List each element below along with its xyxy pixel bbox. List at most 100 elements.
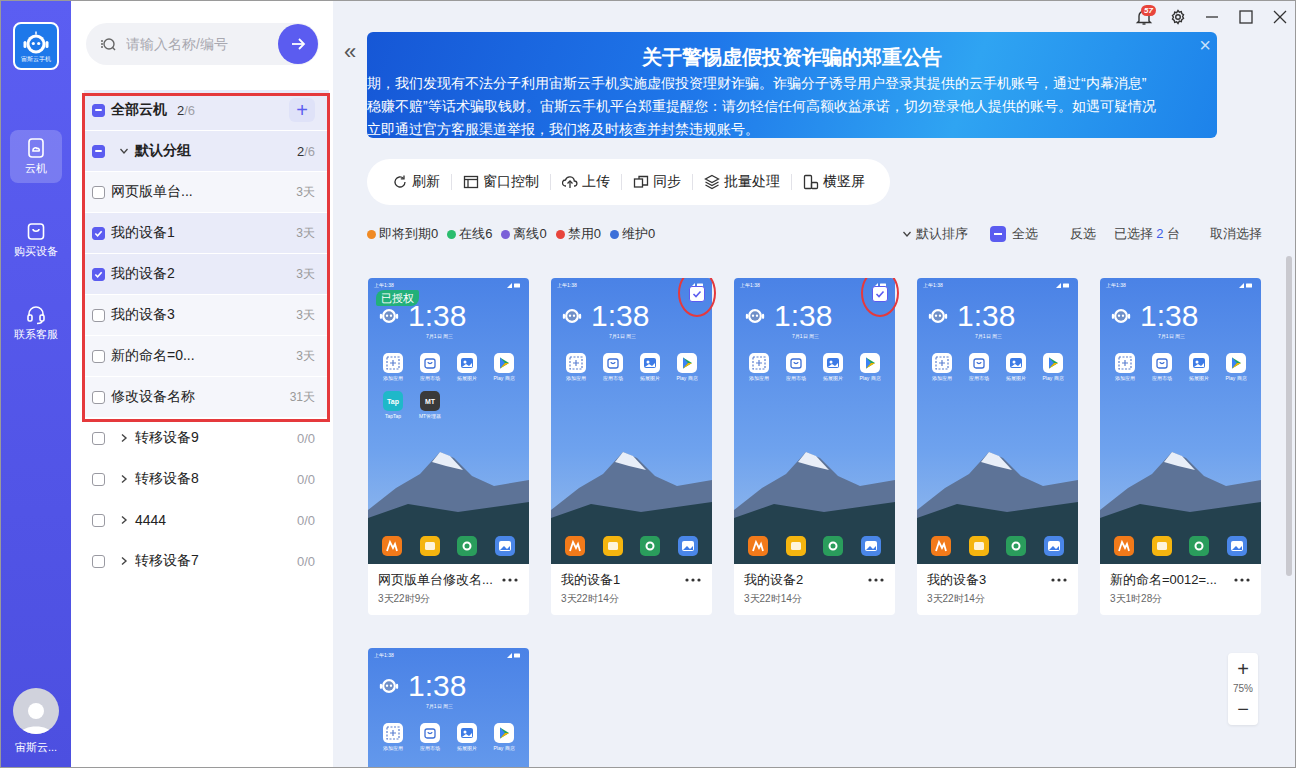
- dock-app-icon[interactable]: [678, 536, 698, 556]
- app[interactable]: 拓展图片: [635, 353, 665, 381]
- app[interactable]: Play 商店: [489, 723, 519, 751]
- app[interactable]: Play 商店: [1038, 353, 1068, 381]
- app[interactable]: Play 商店: [672, 353, 702, 381]
- status-filter[interactable]: 在线6: [447, 225, 492, 243]
- checkbox[interactable]: [92, 186, 105, 199]
- app[interactable]: 添加应用: [378, 353, 408, 381]
- search-input[interactable]: [124, 35, 270, 53]
- dock-app-icon[interactable]: [861, 536, 881, 556]
- app[interactable]: 拓展图片: [452, 353, 482, 381]
- avatar[interactable]: [13, 688, 59, 734]
- maximize-button[interactable]: [1237, 8, 1255, 26]
- dock-app-icon[interactable]: [931, 536, 951, 556]
- device-card[interactable]: 上午1:381:387月1日 周三添加应用应用市场拓展图片Play 商店TapT…: [368, 278, 529, 615]
- dock-app-icon[interactable]: [1044, 536, 1064, 556]
- status-filter[interactable]: 维护0: [610, 225, 655, 243]
- app[interactable]: 应用市场: [1147, 353, 1177, 381]
- more-icon[interactable]: [501, 577, 519, 583]
- app-logo[interactable]: 宙斯云手机: [13, 22, 59, 70]
- checkbox[interactable]: [92, 227, 105, 240]
- device-card[interactable]: 上午1:381:387月1日 周三添加应用应用市场拓展图片Play 商店我的设备…: [734, 278, 895, 615]
- device-card[interactable]: 上午1:381:387月1日 周三添加应用应用市场拓展图片Play 商店我的设备…: [917, 278, 1078, 615]
- collapse-button[interactable]: «: [344, 41, 356, 767]
- more-icon[interactable]: [867, 577, 885, 583]
- app[interactable]: 应用市场: [415, 723, 445, 751]
- zoom-in-button[interactable]: +: [1237, 657, 1249, 681]
- banner-close[interactable]: ×: [1199, 34, 1211, 56]
- dock-app-icon[interactable]: [1114, 536, 1134, 556]
- nav-item[interactable]: 联系客服: [10, 296, 62, 349]
- toolbar-button[interactable]: 横竖屏: [792, 173, 876, 191]
- card-checkbox[interactable]: [872, 286, 888, 302]
- dock-app-icon[interactable]: [969, 536, 989, 556]
- group-row[interactable]: 转移设备80/0: [84, 459, 329, 500]
- invert-button[interactable]: 反选: [1070, 225, 1096, 243]
- app[interactable]: 拓展图片: [452, 723, 482, 751]
- search-button[interactable]: [278, 24, 318, 64]
- app[interactable]: 添加应用: [378, 723, 408, 751]
- toolbar-button[interactable]: 刷新: [381, 173, 451, 191]
- app[interactable]: 拓展图片: [1001, 353, 1031, 381]
- close-button[interactable]: [1271, 8, 1289, 26]
- checkbox[interactable]: [92, 555, 105, 568]
- dock-app-icon[interactable]: [748, 536, 768, 556]
- app[interactable]: 添加应用: [561, 353, 591, 381]
- status-filter[interactable]: 即将到期0: [367, 225, 438, 243]
- dock-app-icon[interactable]: [382, 536, 402, 556]
- device-card[interactable]: 上午1:381:387月1日 周三添加应用应用市场拓展图片Play 商店我的设备…: [551, 278, 712, 615]
- card-checkbox[interactable]: [689, 286, 705, 302]
- group-row[interactable]: 全部云机2/6+: [84, 90, 329, 131]
- phone-screen[interactable]: 上午1:381:387月1日 周三添加应用应用市场拓展图片Play 商店: [1100, 278, 1261, 564]
- checkbox[interactable]: [92, 104, 105, 117]
- group-row[interactable]: 转移设备90/0: [84, 418, 329, 459]
- checkbox[interactable]: [92, 432, 105, 445]
- app[interactable]: TapTapTap: [378, 391, 408, 419]
- select-all-checkbox[interactable]: [990, 226, 1006, 242]
- dock-app-icon[interactable]: [457, 536, 477, 556]
- chevron-icon[interactable]: [119, 474, 129, 484]
- app[interactable]: 拓展图片: [818, 353, 848, 381]
- dock-app-icon[interactable]: [786, 536, 806, 556]
- checkbox[interactable]: [92, 350, 105, 363]
- dock-app-icon[interactable]: [603, 536, 623, 556]
- app[interactable]: MTMT管理器: [415, 391, 445, 419]
- checkbox[interactable]: [92, 309, 105, 322]
- dock-app-icon[interactable]: [1006, 536, 1026, 556]
- dock-app-icon[interactable]: [420, 536, 440, 556]
- phone-screen[interactable]: 上午1:381:387月1日 周三添加应用应用市场拓展图片Play 商店TapT…: [368, 278, 529, 564]
- add-button[interactable]: +: [289, 98, 315, 122]
- toolbar-button[interactable]: 同步: [622, 173, 692, 191]
- device-card[interactable]: 上午1:381:387月1日 周三添加应用应用市场拓展图片Play 商店新的命名…: [1100, 278, 1261, 615]
- scrollbar[interactable]: [1286, 256, 1292, 576]
- chevron-icon[interactable]: [119, 556, 129, 566]
- minimize-button[interactable]: [1203, 8, 1221, 26]
- phone-screen[interactable]: 上午1:381:387月1日 周三添加应用应用市场拓展图片Play 商店: [368, 648, 529, 767]
- checkbox[interactable]: [92, 473, 105, 486]
- zoom-out-button[interactable]: −: [1237, 697, 1249, 721]
- app[interactable]: 拓展图片: [1184, 353, 1214, 381]
- device-row[interactable]: 我的设备23天: [84, 254, 329, 295]
- more-icon[interactable]: [1050, 577, 1068, 583]
- dock-app-icon[interactable]: [823, 536, 843, 556]
- more-icon[interactable]: [684, 577, 702, 583]
- toolbar-button[interactable]: 上传: [551, 173, 621, 191]
- nav-item[interactable]: 购买设备: [10, 213, 62, 266]
- app[interactable]: Play 商店: [1221, 353, 1251, 381]
- notification-button[interactable]: 57: [1135, 8, 1153, 26]
- app[interactable]: 应用市场: [781, 353, 811, 381]
- select-all[interactable]: 全选: [990, 225, 1038, 243]
- dock-app-icon[interactable]: [1189, 536, 1209, 556]
- device-row[interactable]: 修改设备名称31天: [84, 377, 329, 418]
- checkbox[interactable]: [92, 391, 105, 404]
- toolbar-button[interactable]: 窗口控制: [452, 173, 550, 191]
- group-row[interactable]: 转移设备70/0: [84, 541, 329, 582]
- app[interactable]: Play 商店: [855, 353, 885, 381]
- dock-app-icon[interactable]: [1227, 536, 1247, 556]
- device-row[interactable]: 我的设备33天: [84, 295, 329, 336]
- checkbox[interactable]: [92, 514, 105, 527]
- status-filter[interactable]: 禁用0: [556, 225, 601, 243]
- device-row[interactable]: 新的命名=0...3天: [84, 336, 329, 377]
- sort-dropdown[interactable]: 默认排序: [902, 225, 968, 243]
- device-row[interactable]: 网页版单台...3天: [84, 172, 329, 213]
- nav-item[interactable]: 云机: [10, 130, 62, 183]
